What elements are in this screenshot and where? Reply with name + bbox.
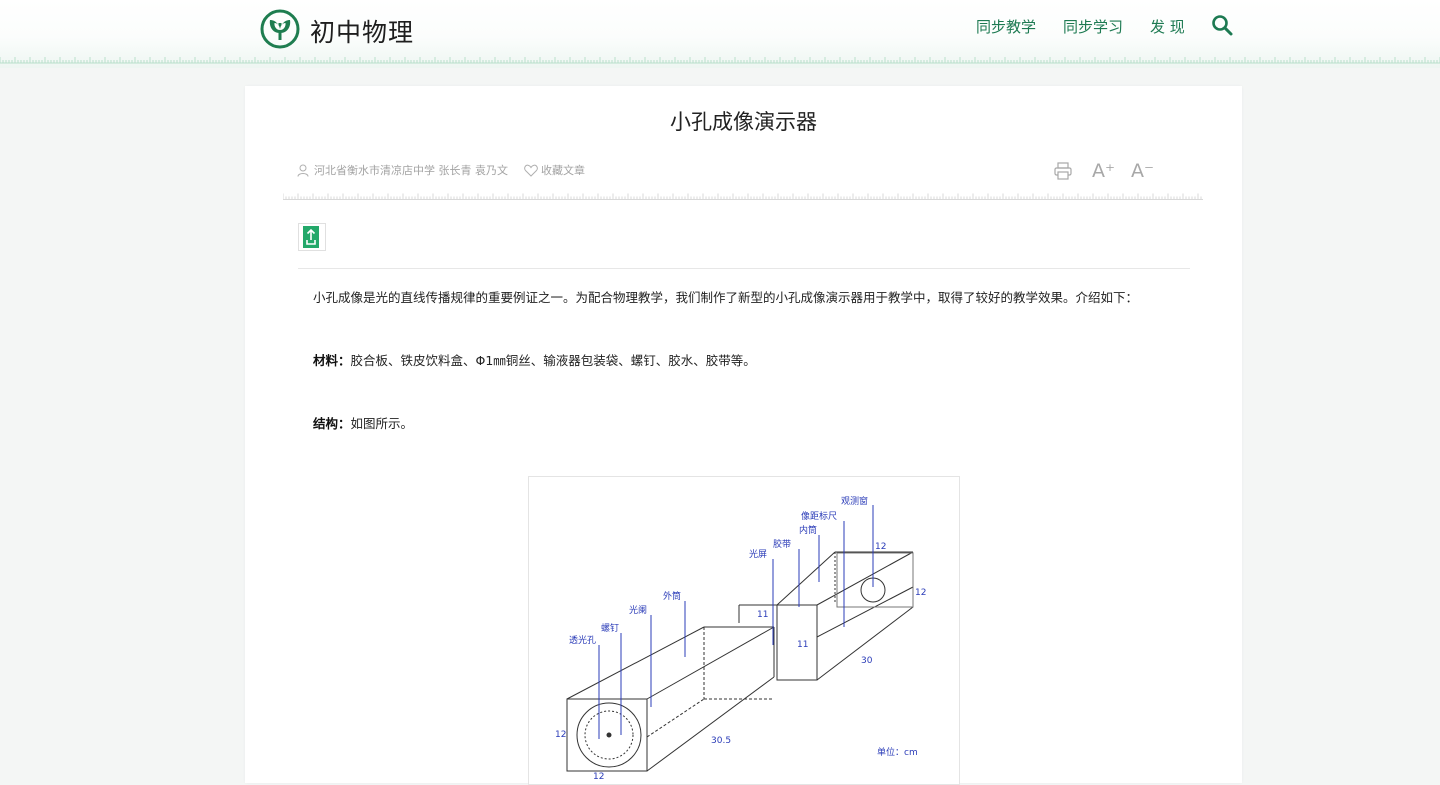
structure-paragraph: 结构：如图所示。: [313, 413, 413, 432]
article-card: 小孔成像演示器 河北省衡水市清凉店中学 张长青 袁乃文 收藏文章 A⁺ A⁻ 小…: [245, 86, 1242, 785]
nav-sync-teaching[interactable]: 同步教学: [976, 16, 1036, 37]
heart-icon[interactable]: [524, 164, 538, 177]
label-tape: 胶带: [773, 538, 791, 550]
dim-11-b: 11: [797, 640, 808, 650]
materials-label: 材料：: [313, 353, 351, 368]
dim-12-top: 12: [875, 542, 886, 552]
site-logo-icon[interactable]: [260, 9, 300, 49]
label-screw: 螺钉: [601, 623, 619, 634]
nav-sync-learning[interactable]: 同步学习: [1063, 16, 1123, 37]
print-icon[interactable]: [1053, 161, 1073, 181]
label-aperture: 光阑: [629, 604, 647, 616]
label-outer-tube: 外筒: [663, 590, 681, 602]
dim-30-5: 30.5: [711, 736, 731, 746]
font-decrease-button[interactable]: A⁻: [1131, 161, 1154, 181]
content-divider: [298, 268, 1190, 269]
structure-label: 结构：: [313, 416, 351, 431]
decorative-ruler: [283, 193, 1203, 200]
label-image-scale: 像距标尺: [801, 510, 837, 522]
intro-paragraph: 小孔成像是光的直线传播规律的重要例证之一。为配合物理教学，我们制作了新型的小孔成…: [313, 290, 1139, 305]
structure-text: 如图所示。: [350, 416, 414, 431]
dim-12-bottom: 12: [593, 772, 604, 782]
site-title[interactable]: 初中物理: [310, 13, 414, 49]
top-header: 初中物理 同步教学 同步学习 发 现: [0, 0, 1440, 68]
nav-discover[interactable]: 发 现: [1150, 16, 1185, 37]
favorite-article-link[interactable]: 收藏文章: [541, 162, 585, 178]
dim-12-right: 12: [915, 588, 926, 598]
label-pinhole: 透光孔: [569, 634, 596, 646]
materials-paragraph: 材料：胶合板、铁皮饮料盒、Φ1㎜铜丝、输液器包装袋、螺钉、胶水、胶带等。: [313, 350, 756, 369]
article-author: 河北省衡水市清凉店中学 张长青 袁乃文: [314, 164, 508, 177]
unit-label: 单位：cm: [877, 746, 918, 758]
dim-30: 30: [861, 656, 873, 666]
label-screen: 光屏: [749, 548, 767, 560]
download-icon: [303, 226, 319, 248]
article-title: 小孔成像演示器: [670, 110, 817, 134]
label-observe-window: 观测窗: [841, 495, 868, 507]
search-icon[interactable]: [1210, 13, 1234, 37]
label-inner-tube: 内筒: [799, 524, 817, 536]
font-increase-button[interactable]: A⁺: [1092, 161, 1115, 181]
user-icon: [297, 164, 309, 177]
decorative-ruler-band: [0, 57, 1440, 64]
download-button[interactable]: [298, 223, 326, 251]
device-diagram-image: 观测窗 像距标尺 内筒 胶带 光屏 外筒 光阑 螺钉 透光孔 12 12 11 …: [528, 476, 960, 785]
dim-11-a: 11: [757, 610, 768, 620]
dim-12-left: 12: [555, 730, 566, 740]
device-diagram: 观测窗 像距标尺 内筒 胶带 光屏 外筒 光阑 螺钉 透光孔 12 12 11 …: [555, 495, 926, 782]
materials-text: 胶合板、铁皮饮料盒、Φ1㎜铜丝、输液器包装袋、螺钉、胶水、胶带等。: [350, 353, 756, 368]
